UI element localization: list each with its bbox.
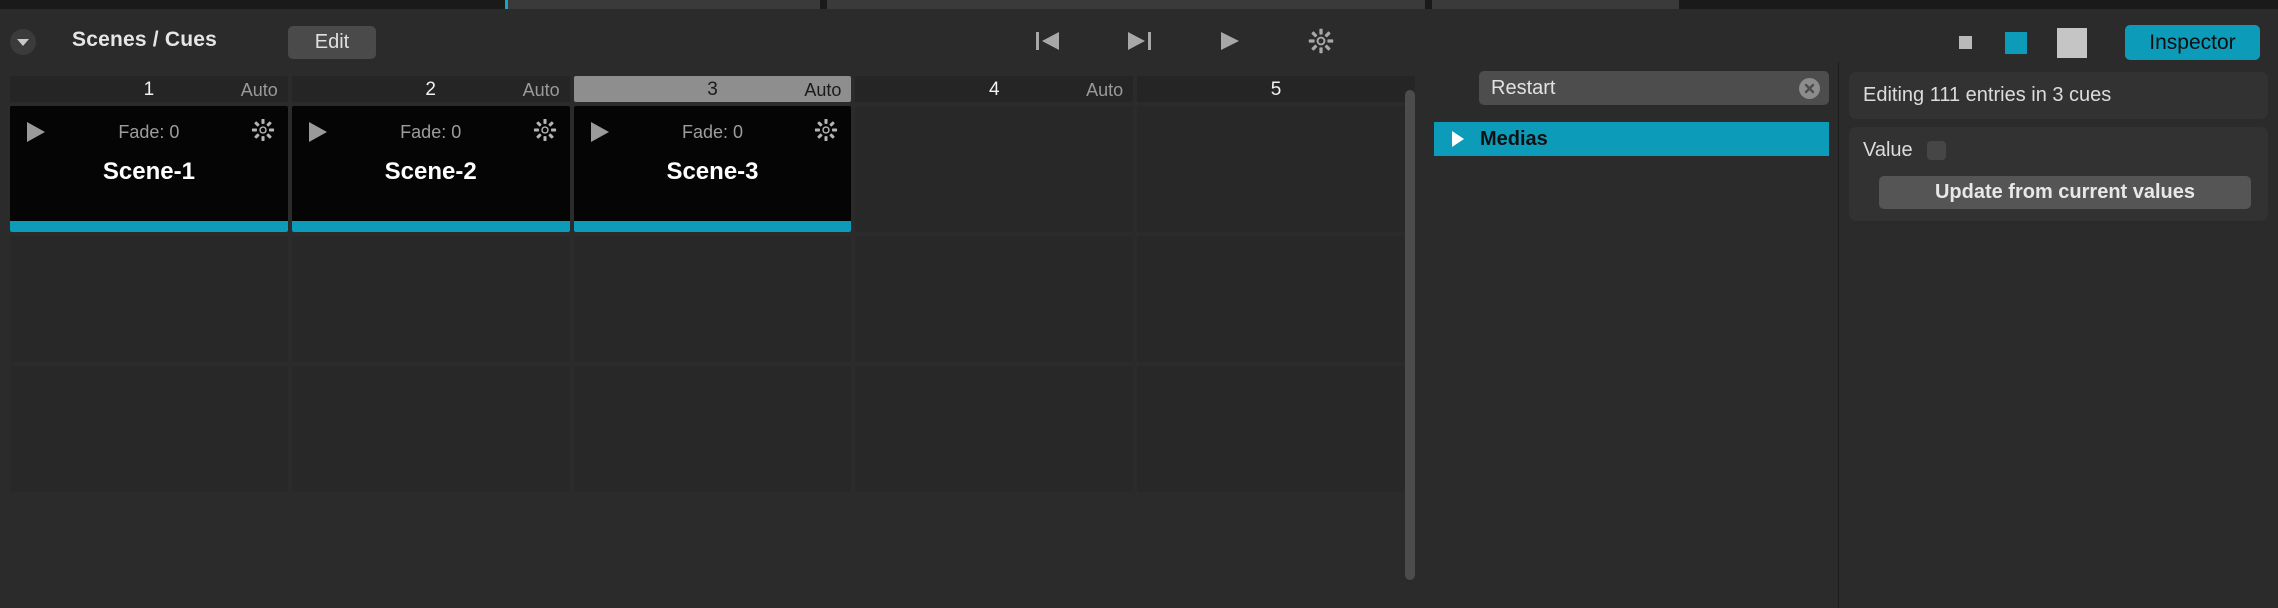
cue-column-header[interactable]: 4 Auto [855, 76, 1134, 102]
list-item-medias[interactable]: Medias [1434, 122, 1829, 156]
page-title: Scenes / Cues [72, 28, 218, 51]
scene-progress-bar [291, 221, 570, 232]
clear-icon[interactable] [1799, 78, 1820, 99]
gear-icon[interactable] [1303, 25, 1339, 57]
chevron-down-icon[interactable] [10, 29, 36, 55]
cue-column-auto-label: Auto [1086, 80, 1124, 100]
cue-cells: Fade: 0 Scene-1 Fade: 0 Scene-2 Fade: 0 Scene… [10, 106, 1415, 496]
value-label: Value [1863, 139, 1913, 161]
cue-column-auto-label: Auto [804, 80, 842, 100]
inspector-button[interactable]: Inspector [2125, 25, 2260, 60]
tab-active[interactable] [505, 0, 820, 9]
scrollbar-thumb[interactable] [1405, 90, 1415, 580]
cue-column-headers: 1 Auto 2 Auto 3 Auto 4 Auto 5 [10, 76, 1415, 102]
tab-divider-1 [820, 0, 827, 9]
scene-fade-label: Fade: 0 [118, 122, 180, 142]
cue-column-header[interactable]: 1 Auto [10, 76, 288, 102]
cue-column-number: 5 [1270, 79, 1282, 100]
inspector-info-box: Editing 111 entries in 3 cues [1849, 72, 2268, 119]
scene-progress-bar [573, 221, 852, 232]
cue-grid: 1 Auto 2 Auto 3 Auto 4 Auto 5 Fade: 0 Scene-1 Fade… [10, 76, 1415, 608]
scene-card[interactable]: Fade: 0 Scene-3 [573, 106, 852, 232]
tab-divider-2 [1425, 0, 1432, 9]
update-from-current-values-button[interactable]: Update from current values [1879, 176, 2251, 209]
value-row: Value [1863, 139, 2254, 162]
size-medium-button[interactable] [2005, 31, 2027, 54]
editing-status-text: Editing 111 entries in 3 cues [1863, 84, 2112, 106]
cue-cell-empty[interactable] [10, 236, 288, 362]
tab-tertiary[interactable] [1432, 0, 1679, 9]
search-field[interactable]: Restart [1479, 71, 1829, 105]
cue-row [10, 236, 1415, 362]
scene-name: Scene-3 [666, 158, 759, 185]
inspector-panel: Editing 111 entries in 3 cues Value Upda… [1838, 62, 2278, 608]
scene-card[interactable]: Fade: 0 Scene-1 [10, 106, 288, 232]
list-item-label: Medias [1480, 127, 1548, 150]
cue-column-auto-label: Auto [240, 80, 278, 100]
scene-name: Scene-1 [102, 158, 195, 185]
cue-cell-empty[interactable] [291, 236, 570, 362]
chevron-right-icon[interactable] [1452, 131, 1464, 147]
play-icon[interactable] [1212, 25, 1248, 57]
cue-cell-empty[interactable] [1137, 366, 1415, 492]
cue-cell-empty[interactable] [1137, 106, 1415, 232]
media-list-panel: Restart Medias [1434, 62, 1829, 608]
search-input[interactable]: Restart [1491, 77, 1555, 100]
size-small-button[interactable] [1959, 36, 1972, 49]
cue-cell-empty[interactable] [855, 236, 1134, 362]
scene-fade-label: Fade: 0 [400, 122, 462, 142]
tab-strip-left-pad [0, 0, 505, 9]
grid-vertical-scrollbar[interactable] [1404, 82, 1416, 602]
cue-cell-empty[interactable] [10, 366, 288, 492]
window-tab-strip [0, 0, 2278, 9]
skip-back-icon[interactable] [1030, 25, 1066, 57]
cue-cell-empty[interactable] [291, 366, 570, 492]
cue-column-header[interactable]: 5 [1137, 76, 1415, 102]
transport-controls [1030, 25, 1339, 57]
edit-button[interactable]: Edit [288, 26, 376, 59]
scene-fade-label: Fade: 0 [681, 122, 744, 142]
gear-icon[interactable] [813, 117, 839, 148]
skip-forward-icon[interactable] [1121, 25, 1157, 57]
value-checkbox[interactable] [1926, 141, 1946, 160]
cue-column-header[interactable]: 3 Auto [573, 76, 852, 102]
cue-row [10, 366, 1415, 492]
size-large-button[interactable] [2057, 27, 2087, 58]
scenes-cues-window: Scenes / Cues Edit Inspector 1 Auto 2 Au… [0, 0, 2278, 608]
scene-card[interactable]: Fade: 0 Scene-2 [291, 106, 570, 232]
cue-cell-empty[interactable] [855, 366, 1134, 492]
cue-column-header[interactable]: 2 Auto [291, 76, 570, 102]
tab-secondary[interactable] [827, 0, 1425, 9]
chevron-down-glyph [17, 38, 29, 46]
cue-cell-empty[interactable] [573, 236, 852, 362]
header-right-controls: Inspector [1959, 25, 2260, 60]
scene-progress-bar [10, 221, 288, 232]
cue-cell-empty[interactable] [1137, 236, 1415, 362]
inspector-value-box: Value Update from current values [1849, 127, 2268, 221]
scene-name: Scene-2 [384, 158, 477, 185]
gear-icon[interactable] [250, 117, 276, 148]
tab-strip-right-pad [1679, 0, 2278, 9]
cue-cell-empty[interactable] [855, 106, 1134, 232]
cue-cell-empty[interactable] [573, 366, 852, 492]
gear-icon[interactable] [532, 117, 558, 148]
cue-column-auto-label: Auto [522, 80, 560, 100]
cue-row: Fade: 0 Scene-1 Fade: 0 Scene-2 Fade: 0 Scene… [10, 106, 1415, 232]
